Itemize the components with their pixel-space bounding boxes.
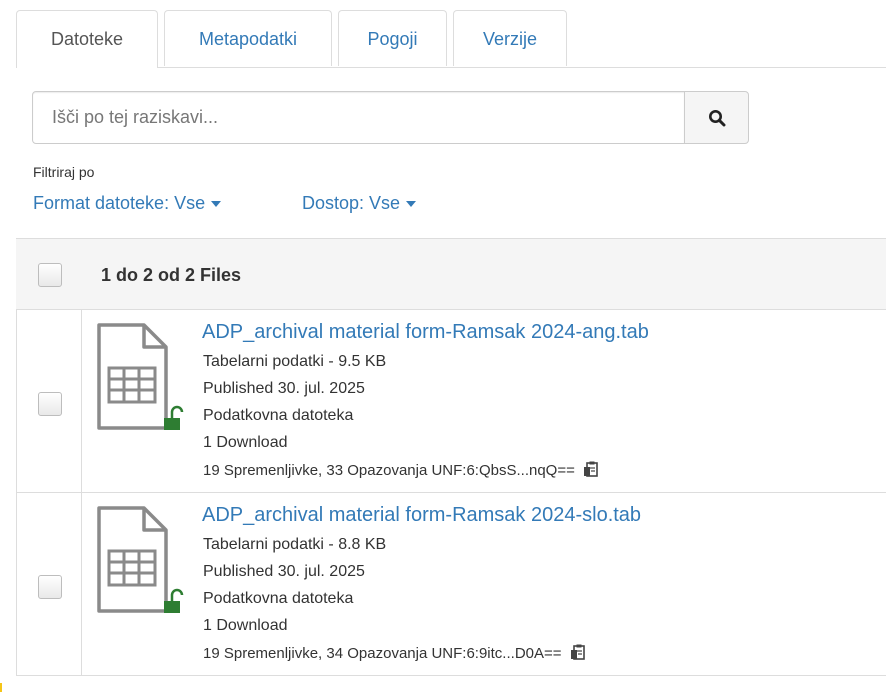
clipboard-icon[interactable] bbox=[583, 461, 598, 477]
file-type-size: Tabelarni podatki - 9.5 KB bbox=[203, 353, 387, 370]
tab-datoteke[interactable]: Datoteke bbox=[16, 10, 158, 68]
caret-down-icon bbox=[406, 200, 417, 207]
tabular-file-icon bbox=[97, 323, 184, 430]
file-downloads: 1 Download bbox=[203, 434, 288, 451]
file-name-link[interactable]: ADP_archival material form-Ramsak 2024-a… bbox=[202, 321, 649, 344]
table-row: ADP_archival material form-Ramsak 2024-s… bbox=[16, 493, 886, 676]
search-input[interactable] bbox=[32, 91, 685, 144]
row-checkbox[interactable] bbox=[38, 392, 62, 416]
file-type-size: Tabelarni podatki - 8.8 KB bbox=[203, 536, 387, 553]
filter-format-dropdown[interactable]: Format datoteke: Vse bbox=[33, 193, 222, 214]
row-checkbox[interactable] bbox=[38, 575, 62, 599]
filter-format-label: Format datoteke: Vse bbox=[33, 193, 206, 213]
clipboard-icon[interactable] bbox=[570, 644, 585, 660]
file-tabs: Datoteke Metapodatki Pogoji Verzije bbox=[16, 10, 886, 68]
table-row: ADP_archival material form-Ramsak 2024-a… bbox=[16, 310, 886, 493]
filter-label: Filtriraj po bbox=[33, 164, 95, 180]
filter-access-dropdown[interactable]: Dostop: Vse bbox=[302, 193, 417, 214]
table-header: 1 do 2 od 2 Files bbox=[16, 238, 886, 310]
file-summary: 19 Spremenljivke, 34 Opazovanja UNF:6:9i… bbox=[203, 644, 585, 662]
files-count-label: 1 do 2 od 2 Files bbox=[101, 265, 242, 285]
file-category: Podatkovna datoteka bbox=[203, 407, 354, 424]
file-category: Podatkovna datoteka bbox=[203, 590, 354, 607]
search-bar bbox=[32, 91, 749, 144]
file-name-link[interactable]: ADP_archival material form-Ramsak 2024-s… bbox=[202, 504, 641, 527]
file-summary: 19 Spremenljivke, 33 Opazovanja UNF:6:Qb… bbox=[203, 461, 598, 479]
filter-access-label: Dostop: Vse bbox=[302, 193, 401, 213]
tab-verzije[interactable]: Verzije bbox=[453, 10, 567, 66]
focus-marker bbox=[0, 683, 8, 692]
tab-pogoji[interactable]: Pogoji bbox=[338, 10, 447, 66]
file-downloads: 1 Download bbox=[203, 617, 288, 634]
file-published: Published 30. jul. 2025 bbox=[203, 380, 365, 397]
caret-down-icon bbox=[211, 200, 222, 207]
select-all-checkbox[interactable] bbox=[38, 263, 62, 287]
file-published: Published 30. jul. 2025 bbox=[203, 563, 365, 580]
search-icon bbox=[708, 109, 725, 126]
files-table: 1 do 2 od 2 Files ADP_archival material … bbox=[16, 238, 886, 676]
tab-metapodatki[interactable]: Metapodatki bbox=[164, 10, 332, 66]
search-button[interactable] bbox=[684, 91, 749, 144]
tabular-file-icon bbox=[97, 506, 184, 613]
file-summary-text: 19 Spremenljivke, 33 Opazovanja UNF:6:Qb… bbox=[203, 462, 575, 479]
file-summary-text: 19 Spremenljivke, 34 Opazovanja UNF:6:9i… bbox=[203, 645, 562, 662]
